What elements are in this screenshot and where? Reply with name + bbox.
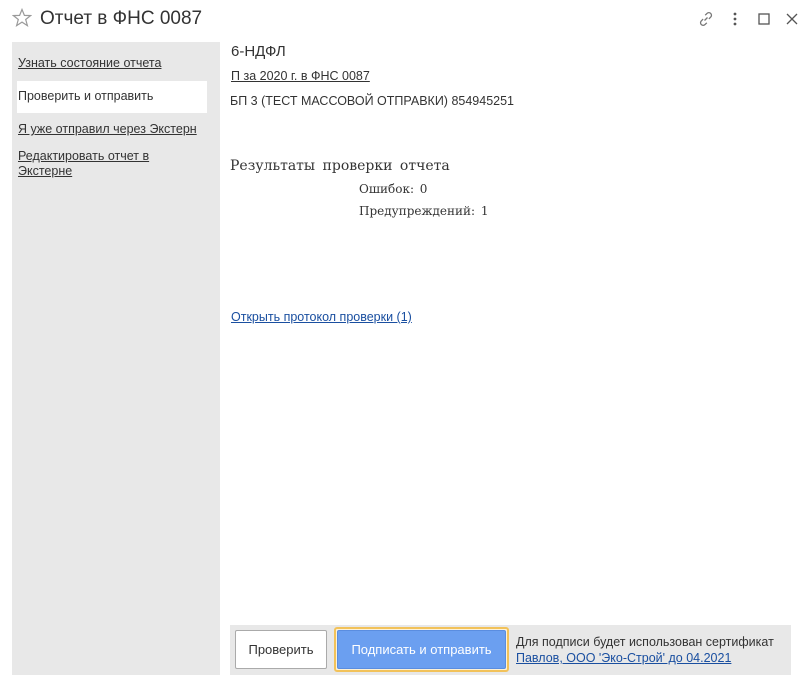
results-title: Результаты проверки отчета [230,158,450,174]
certificate-note: Для подписи будет использован сертификат [516,635,774,649]
sign-and-send-button[interactable]: Подписать и отправить [337,630,506,669]
certificate-link[interactable]: Павлов, ООО 'Эко-Строй' до 04.2021 [516,651,731,665]
report-period-link[interactable]: П за 2020 г. в ФНС 0087 [231,69,370,83]
sidebar-item-edit-in-extern[interactable]: Редактировать отчет в Экстерне [18,149,193,179]
maximize-icon[interactable] [755,10,773,28]
report-form-name: 6-НДФЛ [231,43,286,60]
errors-count: Ошибок: 0 [359,182,428,196]
action-footer: Проверить Подписать и отправить Для подп… [230,625,791,675]
link-icon[interactable] [697,10,715,28]
sidebar-item-already-sent[interactable]: Я уже отправил через Экстерн [18,122,197,137]
open-protocol-link[interactable]: Открыть протокол проверки (1) [231,310,412,324]
star-icon[interactable] [12,8,32,28]
sidebar-item-check-status[interactable]: Узнать состояние отчета [18,56,161,71]
sign-send-button-focus: Подписать и отправить [334,627,509,672]
sidebar: Узнать состояние отчета Проверить и отпр… [12,42,220,675]
warnings-count: Предупреждений: 1 [359,204,489,218]
window-title: Отчет в ФНС 0087 [40,8,203,29]
organization-name: БП 3 (ТЕСТ МАССОВОЙ ОТПРАВКИ) 854945251 [230,94,515,108]
sidebar-item-check-and-send[interactable]: Проверить и отправить [17,81,207,113]
check-button[interactable]: Проверить [235,630,327,669]
more-icon[interactable] [726,10,744,28]
window-titlebar: Отчет в ФНС 0087 [0,0,812,40]
main-panel: 6-НДФЛ П за 2020 г. в ФНС 0087 БП 3 (ТЕС… [230,42,790,675]
close-icon[interactable] [783,10,801,28]
